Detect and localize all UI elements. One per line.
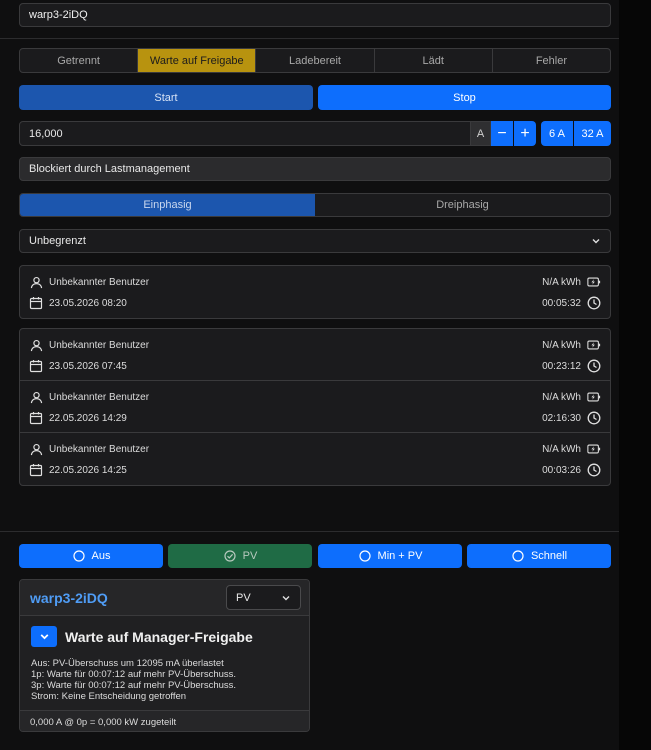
charge-mode-pv-label: PV [242, 550, 258, 562]
decrease-current-button[interactable]: − [491, 121, 513, 146]
phase-three-button[interactable]: Dreiphasig [315, 194, 610, 216]
current-input[interactable]: 16,000 [19, 121, 471, 146]
state-error: Fehler [535, 54, 567, 67]
chevron-down-icon [281, 593, 291, 603]
charger-link[interactable]: warp3-2iDQ [30, 590, 108, 606]
check-circle-icon [223, 549, 237, 563]
charge-mode-off-label: Aus [91, 550, 111, 562]
min-current-preset-button[interactable]: 6 A [541, 121, 573, 146]
history-energy: N/A kWh [542, 391, 581, 403]
divider [0, 38, 619, 39]
current-unit: A [470, 121, 491, 146]
user-icon [29, 338, 43, 352]
page-edge-strip [619, 0, 651, 750]
circle-icon [511, 549, 525, 563]
current-value: 16,000 [29, 127, 63, 140]
history-duration: 02:16:30 [542, 412, 581, 424]
history-energy: N/A kWh [542, 443, 581, 455]
chevron-down-icon [40, 634, 48, 640]
history-user: Unbekannter Benutzer [49, 391, 150, 403]
history-duration: 00:03:26 [542, 464, 581, 476]
clock-icon [587, 411, 601, 425]
state-charging: Lädt [375, 49, 493, 72]
history-entry: Unbekannter Benutzer N/A kWh 22.05.2026 … [20, 381, 610, 433]
charger-mode-select[interactable]: PV [226, 585, 301, 610]
session-start-date: 23.05.2026 08:20 [49, 297, 127, 309]
minus-icon: − [497, 124, 507, 142]
circle-icon [72, 549, 86, 563]
max-current-preset-button[interactable]: 32 A [574, 121, 611, 146]
blocked-text: Blockiert durch Lastmanagement [29, 163, 190, 175]
state-disconnected: Getrennt [20, 49, 139, 72]
history-energy: N/A kWh [542, 339, 581, 351]
charger-name: warp3-2iDQ [29, 9, 88, 21]
charge-limit-value: Unbegrenzt [29, 235, 86, 247]
session-duration: 00:05:32 [542, 297, 581, 309]
user-icon [29, 275, 43, 289]
charge-mode-off-button[interactable]: Aus [19, 544, 163, 568]
phase-switch: Einphasig Dreiphasig [19, 193, 611, 217]
history-date: 23.05.2026 07:45 [49, 360, 127, 372]
charger-name-field: warp3-2iDQ [19, 3, 611, 27]
clock-icon [587, 296, 601, 310]
manager-status-header: Warte auf Manager-Freigabe [31, 626, 253, 647]
battery-charging-icon [587, 275, 601, 289]
circle-icon [358, 549, 372, 563]
charge-mode-min-pv-button[interactable]: Min + PV [318, 544, 462, 568]
calendar-icon [29, 296, 43, 310]
allocated-power-text: 0,000 A @ 0p = 0,000 kW zugeteilt [30, 716, 177, 728]
start-button[interactable]: Start [19, 85, 313, 110]
status-line: 1p: Warte für 00:07:12 auf mehr PV-Übers… [31, 669, 237, 680]
clock-icon [587, 359, 601, 373]
charger-state-bar: Getrennt Warte auf Freigabe Ladebereit L… [19, 48, 611, 73]
calendar-icon [29, 359, 43, 373]
history-user: Unbekannter Benutzer [49, 339, 150, 351]
history-user: Unbekannter Benutzer [49, 443, 150, 455]
manager-status-details: Aus: PV-Überschuss um 12095 mA überlaste… [31, 658, 236, 702]
charge-history-list: Unbekannter Benutzer N/A kWh 23.05.2026 … [19, 328, 611, 486]
session-entry: Unbekannter Benutzer N/A kWh 23.05.2026 … [20, 266, 610, 318]
state-waiting-for-release: Warte auf Freigabe [138, 49, 257, 72]
battery-charging-icon [587, 442, 601, 456]
current-control-row: 16,000 A − + 6 A 32 A [19, 121, 611, 146]
history-entry: Unbekannter Benutzer N/A kWh 23.05.2026 … [20, 329, 610, 381]
phase-single-button[interactable]: Einphasig [20, 194, 315, 216]
history-date: 22.05.2026 14:25 [49, 464, 127, 476]
charger-mode-value: PV [236, 591, 251, 604]
charge-mode-pv-button[interactable]: PV [168, 544, 312, 568]
divider [0, 531, 619, 532]
current-session-card: Unbekannter Benutzer N/A kWh 23.05.2026 … [19, 265, 611, 319]
manager-status-title: Warte auf Manager-Freigabe [65, 628, 253, 645]
history-duration: 00:23:12 [542, 360, 581, 372]
session-user: Unbekannter Benutzer [49, 276, 150, 288]
history-entry: Unbekannter Benutzer N/A kWh 22.05.2026 … [20, 433, 610, 485]
charge-manager-card: warp3-2iDQ PV Warte auf Manager-Freigabe… [19, 579, 310, 732]
charge-mode-min-pv-label: Min + PV [377, 550, 423, 562]
charge-manager-card-header: warp3-2iDQ PV [20, 580, 309, 616]
expand-details-button[interactable] [31, 626, 57, 647]
clock-icon [587, 463, 601, 477]
allocated-power-footer: 0,000 A @ 0p = 0,000 kW zugeteilt [20, 710, 309, 731]
plus-icon: + [520, 124, 530, 142]
charge-mode-fast-label: Schnell [530, 550, 568, 562]
history-date: 22.05.2026 14:29 [49, 412, 127, 424]
stop-button[interactable]: Stop [318, 85, 611, 110]
status-line: Aus: PV-Überschuss um 12095 mA überlaste… [31, 658, 224, 669]
session-energy: N/A kWh [542, 276, 581, 288]
state-ready: Ladebereit [256, 49, 375, 72]
user-icon [29, 390, 43, 404]
battery-charging-icon [587, 338, 601, 352]
calendar-icon [29, 411, 43, 425]
chevron-down-icon [591, 236, 601, 246]
calendar-icon [29, 463, 43, 477]
status-line: 3p: Warte für 00:07:12 auf mehr PV-Übers… [31, 680, 237, 691]
status-line: Strom: Keine Entscheidung getroffen [31, 691, 187, 702]
increase-current-button[interactable]: + [514, 121, 536, 146]
blocked-status: Blockiert durch Lastmanagement [19, 157, 611, 181]
user-icon [29, 442, 43, 456]
charge-mode-fast-button[interactable]: Schnell [467, 544, 611, 568]
battery-charging-icon [587, 390, 601, 404]
charge-limit-select[interactable]: Unbegrenzt [19, 229, 611, 253]
